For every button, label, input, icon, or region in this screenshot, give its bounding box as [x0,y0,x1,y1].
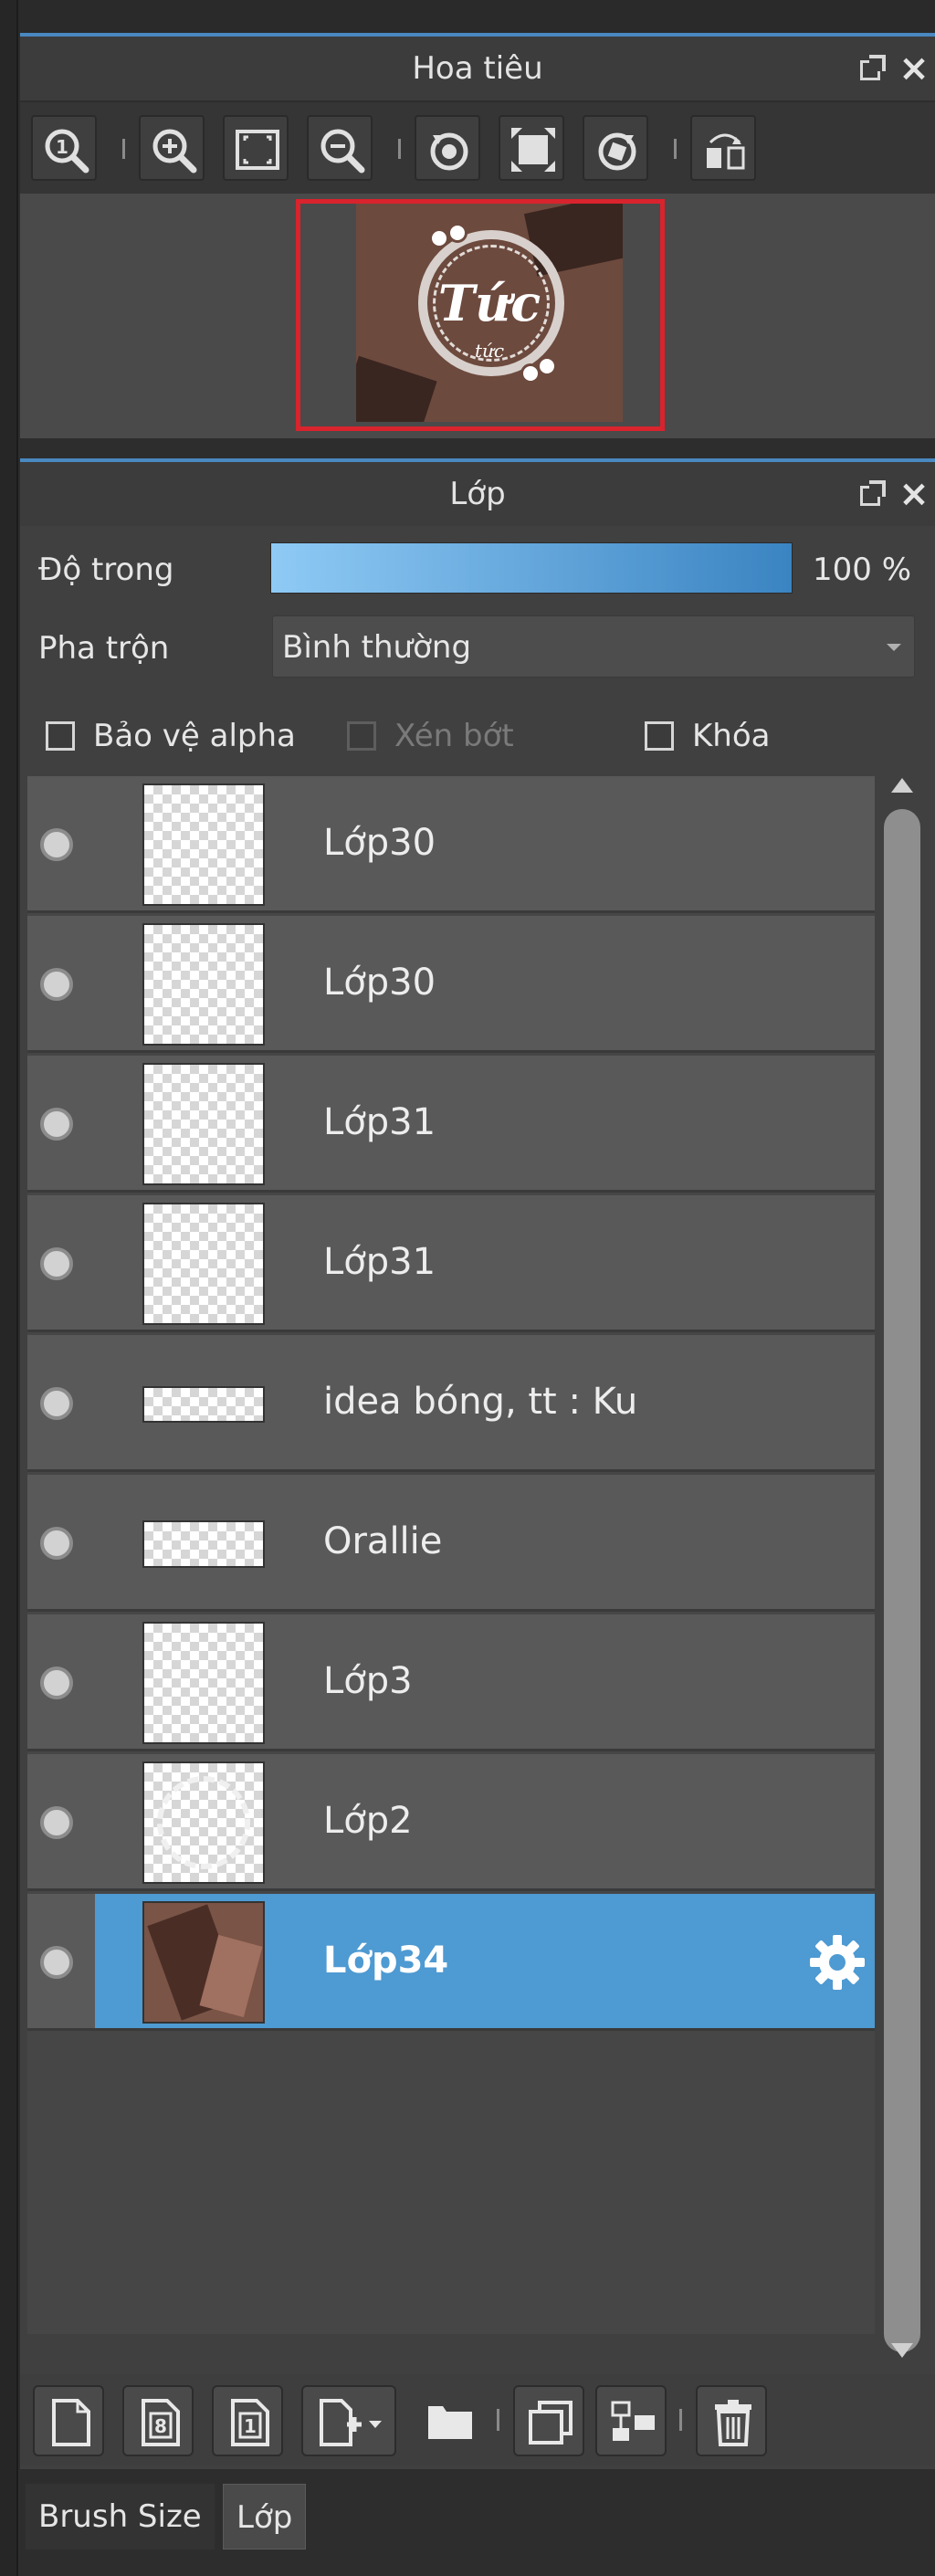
flip-icon[interactable] [690,115,756,181]
tab-layer[interactable]: Lớp [223,2484,307,2550]
layer-name: Lớp2 [323,1800,413,1842]
opacity-slider[interactable] [270,542,793,594]
layers-title: Lớp [449,476,506,512]
rotate-right-icon[interactable] [583,115,648,181]
layer-thumbnail [142,1203,265,1325]
visibility-icon[interactable] [40,1527,73,1560]
visibility-icon[interactable] [40,1946,73,1979]
layer-name: Lớp31 [323,1101,436,1143]
layers-header: Lớp × [20,458,935,526]
zoom-in-icon[interactable] [139,115,205,181]
zoom-out-icon[interactable] [307,115,373,181]
float-panel-icon[interactable] [856,53,888,84]
blend-mode-select[interactable]: Bình thường [272,615,915,678]
layer-row[interactable]: Lớp2 [27,1754,875,1891]
close-icon[interactable]: × [898,47,930,89]
layer-name: Lớp34 [323,1940,449,1982]
svg-text:8: 8 [154,2415,167,2437]
folder-icon[interactable] [415,2385,486,2456]
layer-list: Lớp30 Lớp30 Lớp31 Lớp31 idea bóng, tt : … [27,776,875,2334]
visibility-icon[interactable] [40,1247,73,1280]
navigator-toolbar: 1 [20,102,935,194]
layer-scrollbar[interactable] [878,776,926,2365]
layer-name: idea bóng, tt : Ku [323,1381,638,1423]
chevron-down-icon [887,644,901,651]
new-layer-icon[interactable] [33,2385,104,2456]
panel-gap [20,438,935,460]
separator [398,139,401,159]
layer-row[interactable]: Lớp31 [27,1056,875,1193]
svg-text:1: 1 [56,136,68,158]
layer-name: Lớp3 [323,1660,413,1702]
navigator-preview[interactable]: Tức tức [20,194,935,438]
layer-name: Lớp30 [323,822,436,864]
layer-thumbnail [142,783,265,906]
separator [674,139,677,159]
duplicate-icon[interactable] [513,2385,584,2456]
blend-mode-value: Bình thường [282,629,472,666]
layer-name: Lớp30 [323,962,436,1004]
checkbox-box[interactable] [46,721,75,751]
checkbox-box[interactable] [645,721,674,751]
layer-row[interactable]: Lớp3 [27,1614,875,1751]
navigator-header: Hoa tiêu × [20,33,935,100]
layer-row-selected[interactable]: Lớp34 [27,1894,875,2031]
layer-row[interactable]: Lớp30 [27,916,875,1053]
layer-row[interactable]: Orallie [27,1475,875,1612]
visibility-icon[interactable] [40,1387,73,1420]
lock-label: Khóa [692,718,771,754]
visibility-icon[interactable] [40,828,73,861]
layer-row[interactable]: Lớp30 [27,776,875,913]
blend-label: Pha trộn [38,630,170,667]
new-1bit-layer-icon[interactable]: 1 [212,2385,283,2456]
layer-name: Lớp31 [323,1241,436,1283]
layer-row[interactable]: idea bóng, tt : Ku [27,1335,875,1472]
separator [679,2409,682,2431]
gear-icon[interactable] [807,1932,867,1992]
navigator-title: Hoa tiêu [412,50,543,87]
left-edge [0,0,18,2576]
app-window: Hoa tiêu × 1 Tức tức Lớp × Độ trong 100 … [0,0,935,2576]
float-panel-icon[interactable] [856,478,888,510]
visibility-icon[interactable] [40,968,73,1001]
opacity-value: 100 % [813,552,912,588]
fullscreen-icon[interactable] [499,115,564,181]
new-8bit-layer-icon[interactable]: 8 [122,2385,194,2456]
tab-brush-size[interactable]: Brush Size [26,2484,215,2550]
scroll-down-icon[interactable] [891,2343,913,2358]
layer-thumbnail [142,1622,265,1744]
layer-row[interactable]: Lớp31 [27,1195,875,1332]
visibility-icon[interactable] [40,1806,73,1839]
zoom-actual-icon[interactable]: 1 [31,115,97,181]
viewport-frame[interactable] [296,199,665,431]
top-bar [0,0,935,33]
svg-text:1: 1 [244,2415,257,2437]
opacity-label: Độ trong [38,552,174,588]
separator [497,2409,499,2431]
checkbox-box [347,721,376,751]
layer-thumbnail [142,1520,265,1568]
protect-alpha-label: Bảo vệ alpha [93,718,296,754]
layer-thumbnail [142,1063,265,1185]
separator [122,139,125,159]
scroll-up-icon[interactable] [891,778,913,793]
rotate-left-icon[interactable] [415,115,480,181]
visibility-icon[interactable] [40,1108,73,1141]
layer-thumbnail [142,1901,265,2024]
add-layer-menu-icon[interactable] [301,2385,396,2456]
layer-thumbnail [142,923,265,1046]
clipping-label: Xén bớt [394,718,514,754]
visibility-icon[interactable] [40,1667,73,1699]
merge-down-icon[interactable] [595,2385,667,2456]
layer-thumbnail [142,1386,265,1423]
layer-thumbnail [142,1761,265,1884]
scroll-thumb[interactable] [884,809,920,2352]
layer-name: Orallie [323,1520,443,1562]
panel-tabs: Brush Size Lớp [20,2476,935,2576]
close-icon[interactable]: × [898,473,930,515]
layer-toolbar: 8 1 [20,2374,935,2466]
fit-icon[interactable] [223,115,289,181]
delete-icon[interactable] [696,2385,767,2456]
